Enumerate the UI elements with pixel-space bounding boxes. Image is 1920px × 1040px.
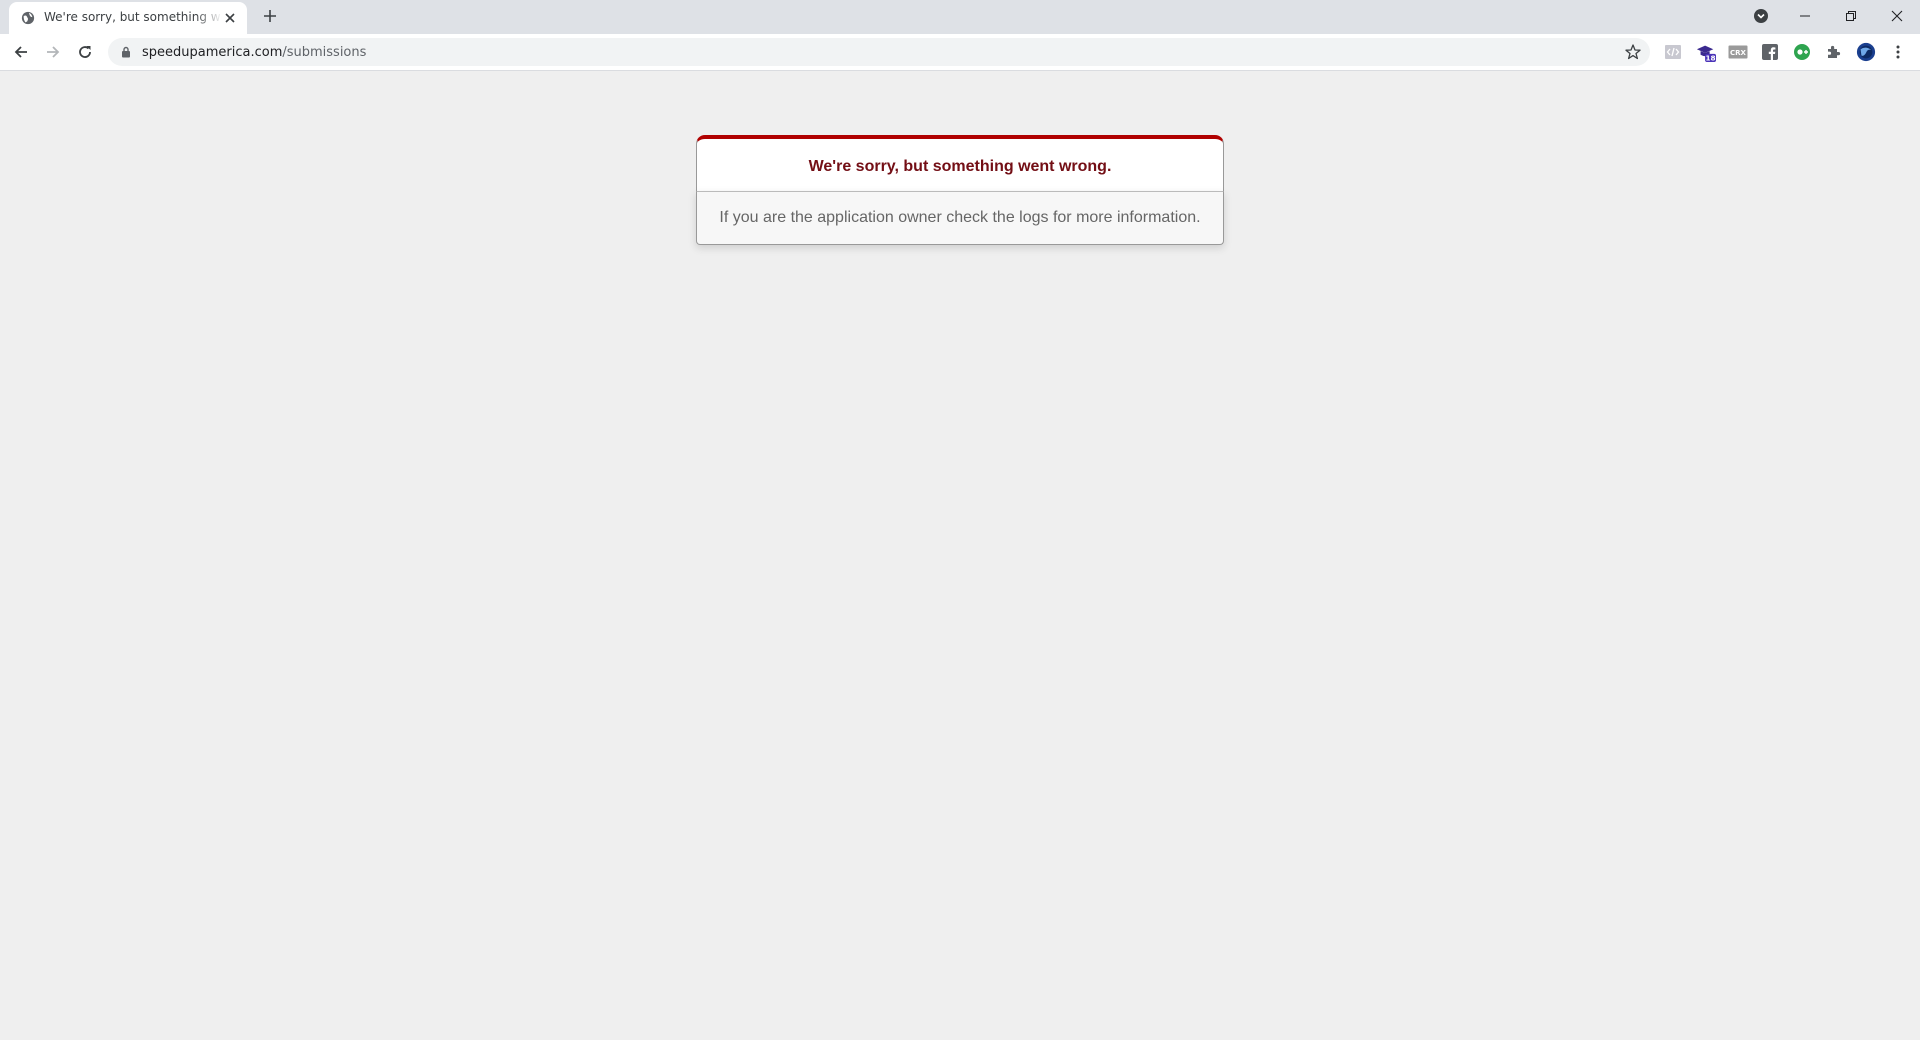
puzzle-extensions-icon [1828,45,1841,58]
chrome-menu-button[interactable] [1888,42,1908,62]
green-circle-extension-icon [1794,44,1810,60]
url-path: /submissions [282,45,367,60]
minimize-button[interactable] [1782,0,1828,32]
crx-extension-icon: CRX [1728,45,1748,59]
back-arrow-icon [14,46,27,58]
browser-tab[interactable]: We're sorry, but something went wrong (5… [9,2,247,34]
tab-strip: We're sorry, but something went wrong (5… [0,0,1920,34]
more-vertical-icon [1896,45,1900,59]
forward-button[interactable] [41,40,65,64]
globe-icon [21,11,35,25]
reload-icon [79,46,91,58]
profile-button[interactable] [1856,42,1876,62]
tab-search-button[interactable] [1738,0,1784,32]
url-text[interactable]: speedupamerica.com/submissions [142,45,366,60]
restore-icon [1846,11,1856,21]
green-extension-button[interactable] [1792,42,1812,62]
error-dialog-header: We're sorry, but something went wrong. [696,135,1224,191]
crx-extension-button[interactable]: CRX [1728,42,1748,62]
back-button[interactable] [9,40,33,64]
url-host: speedupamerica.com [142,45,283,60]
minimize-icon [1800,15,1810,17]
new-tab-icon[interactable] [261,7,279,25]
error-title: We're sorry, but something went wrong. [808,158,1112,175]
close-icon [1891,10,1903,22]
tab-search-icon [1754,9,1768,23]
forward-arrow-icon [47,46,60,58]
error-dialog: We're sorry, but something went wrong. I… [696,135,1224,245]
error-dialog-body: If you are the application owner check t… [696,191,1224,245]
reload-button[interactable] [73,40,97,64]
devtools-extension-button[interactable] [1663,42,1683,62]
facebook-extension-icon [1762,44,1778,60]
facebook-extension-button[interactable] [1760,42,1780,62]
profile-avatar-icon [1856,42,1876,62]
error-message: If you are the application owner check t… [719,209,1201,226]
devtools-extension-icon [1665,45,1681,59]
browser-toolbar: speedupamerica.com/submissions 18 CRX [0,34,1920,71]
tab-title: We're sorry, but something went wrong (5… [44,10,222,24]
bookmark-star-icon[interactable] [1624,43,1642,61]
extensions-menu-button[interactable] [1824,42,1844,62]
crx-label: CRX [1730,49,1747,57]
graduation-cap-extension-icon: 18 [1696,45,1716,63]
graduation-cap-extension-button[interactable]: 18 [1696,42,1716,63]
restore-button[interactable] [1828,0,1874,32]
address-bar[interactable]: speedupamerica.com/submissions [108,38,1650,66]
page-content: We're sorry, but something went wrong. I… [0,71,1920,1040]
close-window-button[interactable] [1874,0,1920,32]
close-tab-icon[interactable] [223,11,237,25]
extension-badge: 18 [1705,54,1715,63]
lock-icon[interactable] [120,46,132,58]
